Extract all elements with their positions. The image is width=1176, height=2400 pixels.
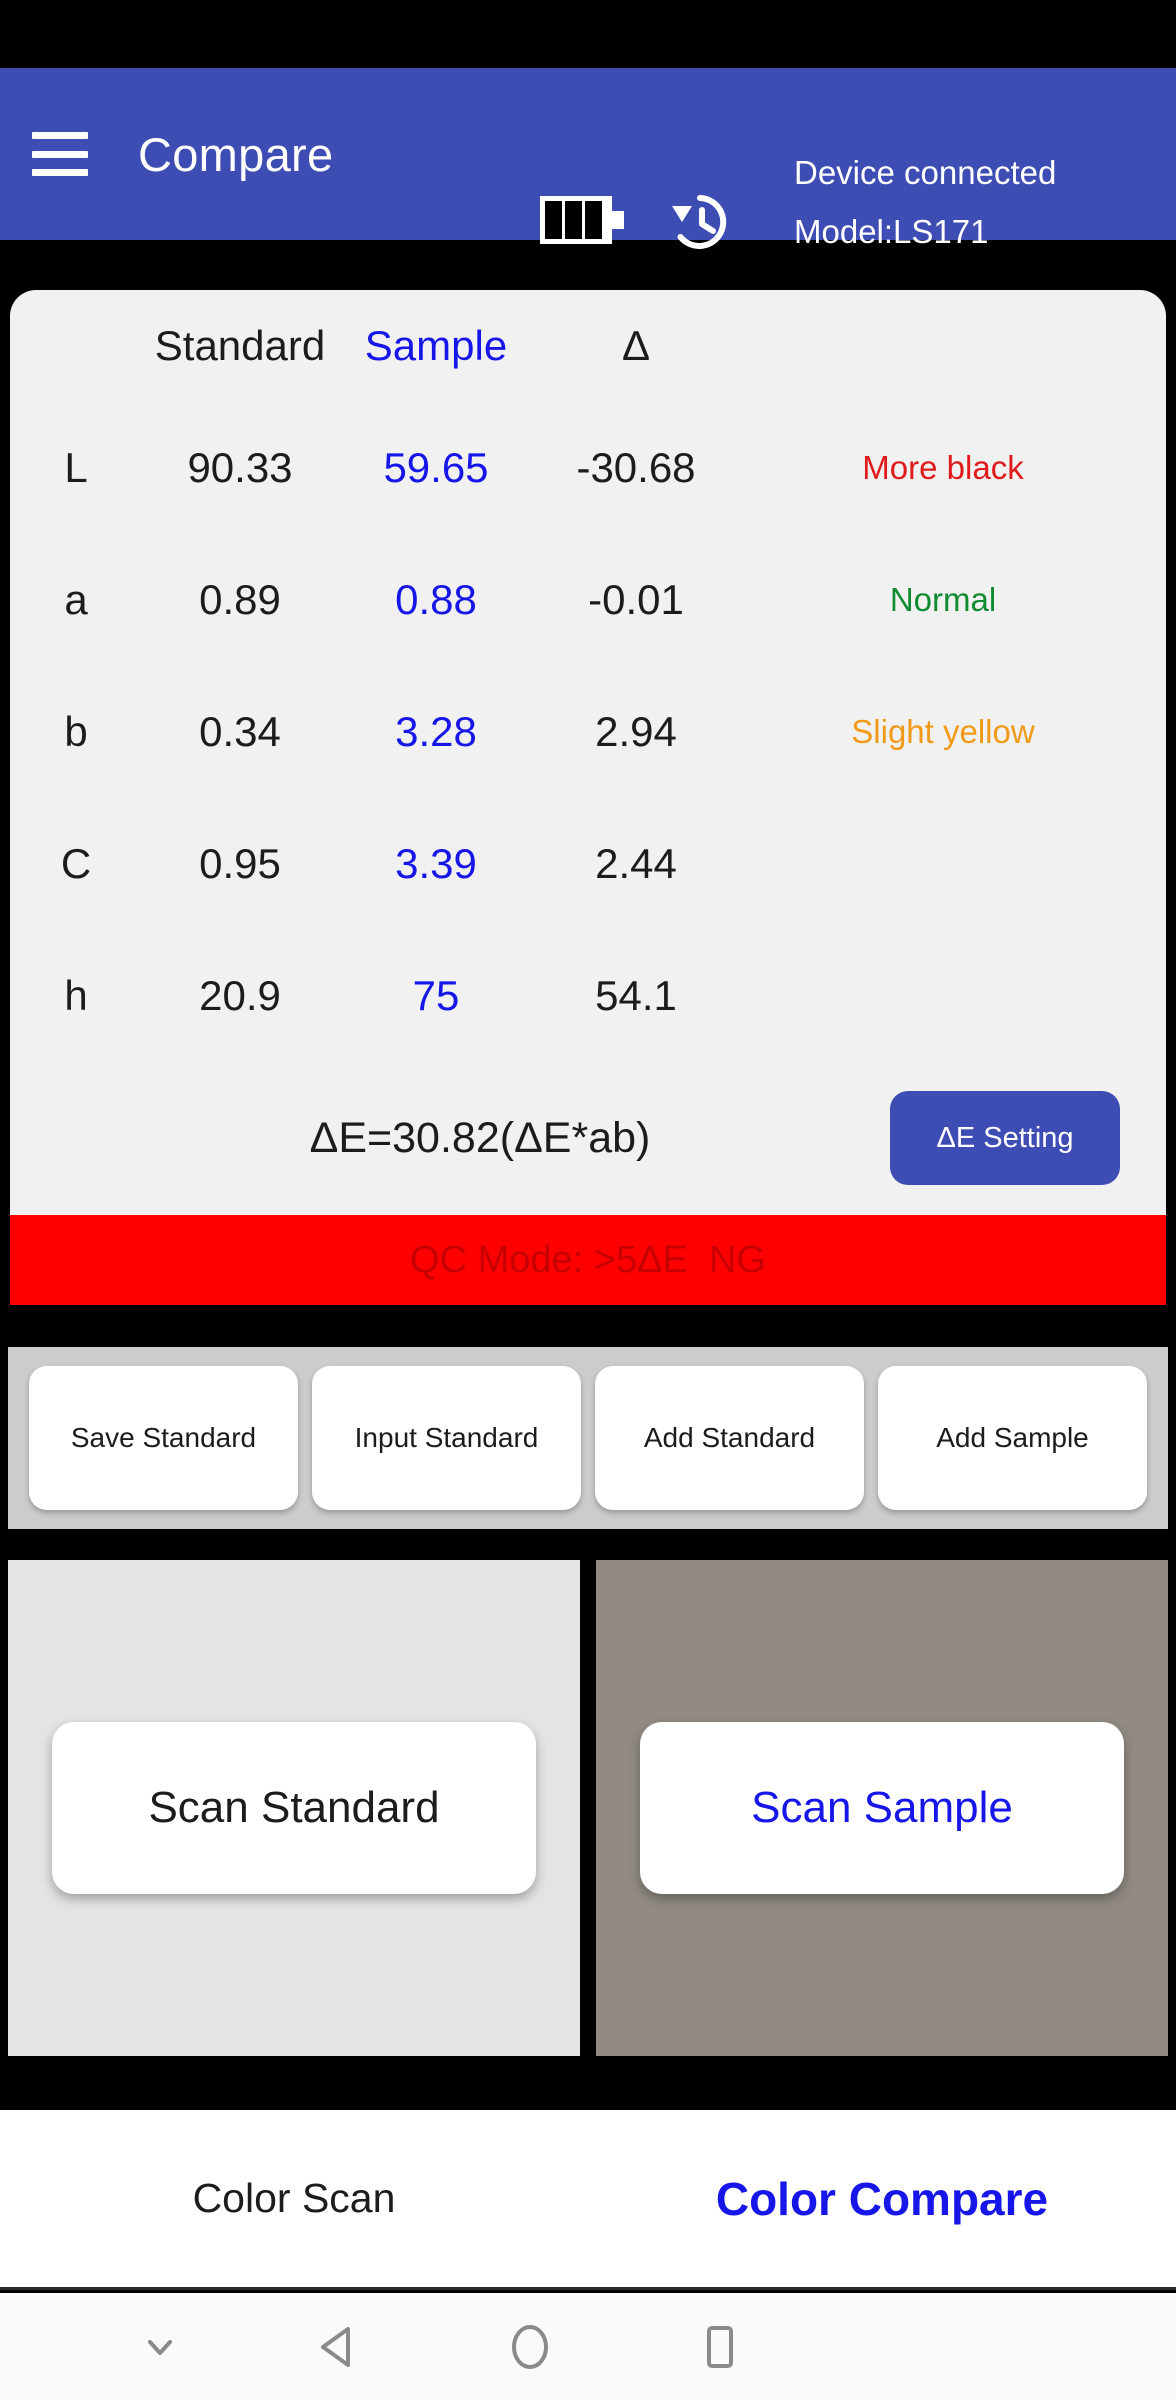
android-nav-bar	[0, 2293, 1176, 2400]
row-label: h	[64, 972, 88, 1019]
hamburger-menu-icon[interactable]	[32, 132, 88, 176]
add-sample-button[interactable]: Add Sample	[878, 1366, 1147, 1510]
delta-e-row: ΔE=30.82(ΔE*ab) ΔE Setting	[10, 1078, 1166, 1198]
tab-color-scan[interactable]: Color Scan	[0, 2175, 588, 2222]
row-note: Normal	[889, 581, 997, 618]
row-standard: 90.33	[187, 444, 293, 491]
action-button-strip: Save Standard Input Standard Add Standar…	[8, 1347, 1168, 1529]
row-standard: 0.95	[199, 840, 281, 887]
table-row: b 0.34 3.28 2.94 Slight yellow	[10, 666, 1166, 798]
add-standard-button[interactable]: Add Standard	[595, 1366, 864, 1510]
scan-standard-button[interactable]: Scan Standard	[52, 1722, 536, 1894]
row-label: b	[64, 708, 88, 755]
row-sample: 59.65	[383, 444, 489, 491]
row-label: C	[60, 840, 92, 887]
lab-values-table: Standard Sample Δ L 90.33 59.65 -30.68 M…	[10, 290, 1166, 1062]
row-delta: 54.1	[595, 972, 677, 1019]
header-standard: Standard	[154, 322, 326, 369]
history-clock-icon[interactable]	[668, 190, 732, 254]
qc-status-text: QC Mode: >5ΔE NG	[410, 1238, 766, 1281]
row-delta: -30.68	[576, 444, 696, 491]
row-delta: 2.44	[595, 840, 677, 887]
battery-icon	[540, 196, 624, 244]
row-standard: 0.34	[199, 708, 281, 755]
sample-color-swatch: Scan Sample	[596, 1560, 1168, 2056]
bottom-tab-bar: Color Scan Color Compare	[0, 2110, 1176, 2290]
table-row: a 0.89 0.88 -0.01 Normal	[10, 534, 1166, 666]
table-header-row: Standard Sample Δ	[10, 290, 1166, 402]
table-row: C 0.95 3.39 2.44	[10, 798, 1166, 930]
qc-status-bar: QC Mode: >5ΔE NG	[10, 1215, 1166, 1305]
row-sample: 75	[412, 972, 460, 1019]
row-label: a	[64, 576, 88, 623]
app-bar: Compare Device connected Model:LS171	[0, 68, 1176, 249]
row-label: L	[64, 444, 88, 491]
recents-square-icon[interactable]	[640, 2293, 800, 2400]
device-status-block: Device connected Model:LS171	[794, 156, 1154, 248]
measurement-card: Standard Sample Δ L 90.33 59.65 -30.68 M…	[10, 290, 1166, 1215]
home-circle-icon[interactable]	[450, 2293, 610, 2400]
delta-e-value: ΔE=30.82(ΔE*ab)	[309, 1113, 651, 1162]
swatch-panels: Scan Standard Scan Sample	[8, 1560, 1168, 2056]
device-model: Model:LS171	[794, 213, 989, 250]
row-note: Slight yellow	[851, 713, 1035, 750]
back-triangle-icon[interactable]	[260, 2293, 420, 2400]
row-delta: -0.01	[588, 576, 684, 623]
chevron-down-icon[interactable]	[80, 2293, 240, 2400]
header-delta: Δ	[621, 322, 651, 369]
row-note: More black	[862, 449, 1024, 486]
table-row: h 20.9 75 54.1	[10, 930, 1166, 1062]
phone-screen: Compare Device connected Model:LS171 Sta…	[0, 0, 1176, 2400]
row-sample: 3.39	[395, 840, 477, 887]
standard-color-swatch: Scan Standard	[8, 1560, 580, 2056]
input-standard-button[interactable]: Input Standard	[312, 1366, 581, 1510]
row-standard: 20.9	[199, 972, 281, 1019]
delta-e-setting-button[interactable]: ΔE Setting	[890, 1091, 1120, 1185]
status-bar	[0, 0, 1176, 68]
page-title: Compare	[138, 127, 334, 181]
scan-sample-button[interactable]: Scan Sample	[640, 1722, 1124, 1894]
row-sample: 0.88	[395, 576, 477, 623]
device-connection-status: Device connected	[794, 154, 1057, 191]
tab-color-compare[interactable]: Color Compare	[588, 2172, 1176, 2226]
table-row: L 90.33 59.65 -30.68 More black	[10, 402, 1166, 534]
row-standard: 0.89	[199, 576, 281, 623]
save-standard-button[interactable]: Save Standard	[29, 1366, 298, 1510]
row-delta: 2.94	[595, 708, 677, 755]
header-sample: Sample	[364, 322, 508, 369]
row-sample: 3.28	[395, 708, 477, 755]
